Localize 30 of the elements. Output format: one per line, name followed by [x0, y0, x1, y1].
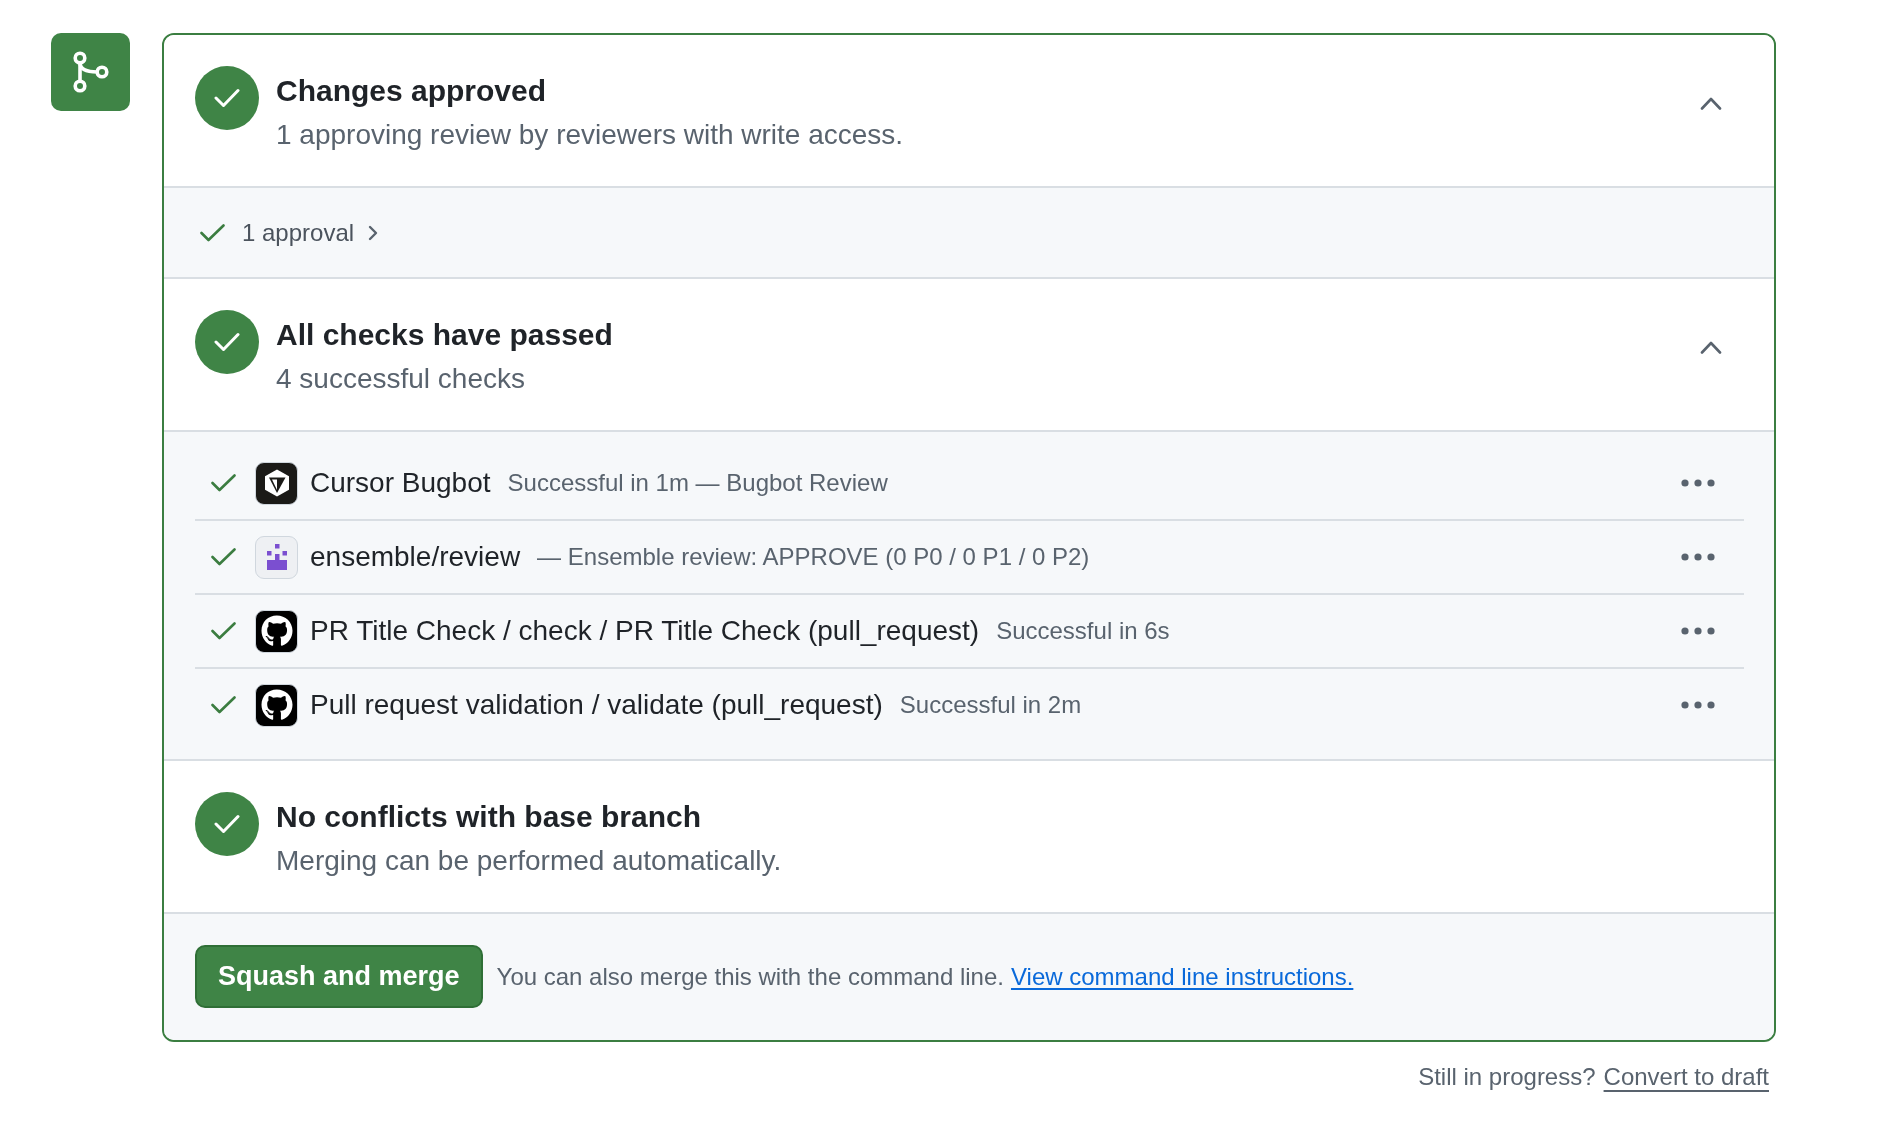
check-detail: — Ensemble review: APPROVE (0 P0 / 0 P1 / 0 P2): [537, 543, 1090, 571]
ellipsis-icon: [1681, 701, 1715, 709]
footer-text: Still in progress?: [1418, 1062, 1596, 1092]
status-subtitle: Merging can be performed automatically.: [276, 844, 782, 878]
squash-merge-button[interactable]: Squash and merge: [195, 945, 483, 1008]
ellipsis-icon: [1681, 627, 1715, 635]
approvals-toggle[interactable]: 1 approval: [242, 218, 379, 247]
merge-hint: You can also merge this with the command line.: [496, 962, 1004, 991]
check-name: ensemble/review: [310, 541, 521, 573]
check-detail: Successful in 1m — Bugbot Review: [507, 469, 888, 497]
check-name: Cursor Bugbot: [310, 467, 491, 499]
check-detail: Successful in 2m: [899, 691, 1082, 719]
status-subtitle: 1 approving review by reviewers with write access.: [276, 118, 904, 152]
cube-logo-icon: [255, 461, 298, 505]
check-name: PR Title Check / check / PR Title Check (pull_request): [310, 615, 980, 647]
chevron-right-icon: [368, 224, 379, 241]
status-title: All checks have passed: [276, 317, 613, 353]
merge-icon: [51, 33, 130, 111]
convert-to-draft-link[interactable]: Convert to draft: [1603, 1062, 1769, 1092]
ellipsis-icon: [1681, 553, 1715, 561]
status-subtitle: 4 successful checks: [276, 362, 526, 396]
check-detail: Successful in 6s: [996, 617, 1170, 645]
check-name: Pull request validation / validate (pull_request): [310, 689, 883, 721]
status-title: No conflicts with base branch: [276, 799, 703, 835]
command-line-link[interactable]: View command line instructions.: [1010, 962, 1354, 991]
ellipsis-icon: [1681, 479, 1715, 487]
cat-logo-icon: [255, 683, 298, 727]
status-title: Changes approved: [276, 73, 548, 109]
cat-logo-icon: [255, 609, 298, 653]
pixel-logo-icon: [255, 535, 298, 579]
